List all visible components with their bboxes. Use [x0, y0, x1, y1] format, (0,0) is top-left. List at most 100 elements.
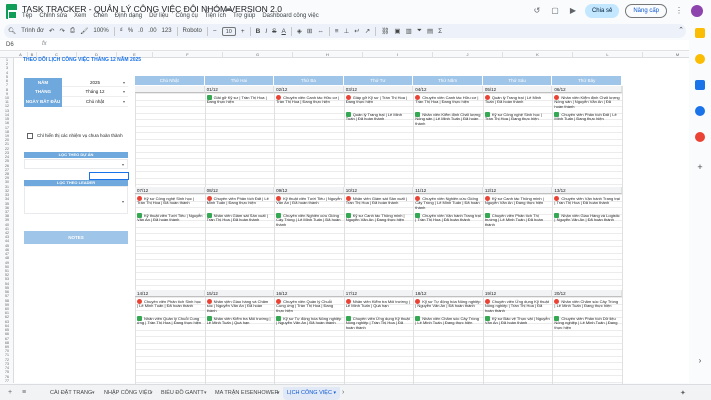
tab-task-input[interactable]: NHẬP CÔNG VIỆC: [104, 387, 152, 400]
menu-edit[interactable]: Chỉnh sửa: [39, 13, 67, 19]
menu-file[interactable]: Tệp: [22, 13, 32, 19]
column-header[interactable]: I: [363, 52, 433, 58]
task-entry[interactable]: Kỹ sư Bảo vệ Thực vật | Nguyễn Văn An | …: [484, 315, 551, 326]
all-sheets-icon[interactable]: ≡: [22, 389, 26, 396]
task-entry[interactable]: Chuyên viên Canh tác Hữu cơ | Trần Thị H…: [415, 94, 481, 105]
filter-views-icon[interactable]: ▤: [427, 27, 433, 35]
tab-task-calendar[interactable]: LỊCH CÔNG VIỆC ▾: [283, 387, 340, 400]
comment-icon[interactable]: ▢: [549, 5, 561, 17]
menu-dashboard[interactable]: Dashboard công việc: [262, 13, 318, 19]
task-entry[interactable]: Nhân viên Chăm sóc Cây Trồng | Lê Minh T…: [554, 298, 620, 309]
star-icon[interactable]: ☆: [202, 4, 209, 13]
task-entry[interactable]: Kỹ sư Tự động hóa Nông nghiệp | Nguyễn V…: [276, 315, 342, 326]
date-cell[interactable]: 02/12: [274, 86, 344, 93]
menu-data[interactable]: Dữ liệu: [149, 13, 168, 19]
scroll-tabs-right-icon[interactable]: ›: [342, 389, 344, 396]
add-addon-icon[interactable]: +: [695, 162, 705, 172]
column-header[interactable]: M: [643, 52, 689, 58]
date-cell[interactable]: 11/12: [413, 187, 483, 194]
date-cell[interactable]: 04/12: [413, 86, 483, 93]
dropdown-arrow-icon[interactable]: ▾: [122, 162, 124, 167]
filter-leader-select[interactable]: ▾: [24, 186, 128, 214]
text-color-icon[interactable]: A: [281, 28, 285, 35]
history-icon[interactable]: ↺: [531, 5, 543, 17]
menu-tools[interactable]: Công cụ: [175, 13, 197, 19]
task-entry[interactable]: Nhân viên Kiểm tra Môi trường | Lê Minh …: [345, 298, 412, 309]
filter-icon[interactable]: ⏷: [417, 27, 422, 35]
number-format-button[interactable]: 123: [162, 28, 172, 34]
column-header[interactable]: L: [573, 52, 643, 58]
date-cell[interactable]: 08/12: [204, 187, 275, 194]
menu-view[interactable]: Xem: [74, 13, 86, 19]
font-size-decrease-icon[interactable]: −: [213, 28, 217, 35]
task-entry[interactable]: Kỹ thuật viên Tưới Tiêu | Nguyễn Văn An …: [276, 195, 342, 206]
chevron-down-icon[interactable]: ▾: [204, 390, 207, 396]
keep-app-icon[interactable]: [695, 54, 705, 64]
date-cell[interactable]: 12/12: [482, 187, 553, 194]
column-header[interactable]: H: [293, 52, 363, 58]
dropdown-arrow-icon[interactable]: ▾: [122, 199, 124, 204]
task-entry[interactable]: Nhân viên Giao Hàng và Logistic | Nguyễn…: [554, 212, 620, 223]
task-entry[interactable]: Nhân viên Chăm sóc Cây Trồng | Lê Minh T…: [415, 315, 481, 326]
zoom-select[interactable]: 100%: [93, 28, 108, 34]
date-cell[interactable]: 15/12: [204, 290, 275, 297]
insert-comment-icon[interactable]: ▣: [394, 27, 400, 35]
explore-icon[interactable]: ✦: [680, 389, 686, 397]
month-select[interactable]: Tháng 12 ▾: [62, 87, 128, 97]
task-entry[interactable]: Nhân viên Kiểm định Chất lượng Nông sản …: [415, 111, 481, 126]
upgrade-button[interactable]: Nâng cấp: [625, 4, 667, 18]
date-cell[interactable]: 13/12: [552, 187, 622, 194]
task-entry[interactable]: Chuyên viên Ứng dụng Kỹ thuật Nông nghiệ…: [484, 298, 551, 313]
date-cell[interactable]: 01/12: [204, 86, 275, 93]
task-entry[interactable]: Chuyên viên Phân tích Đất | Lê Minh Tuấn…: [554, 111, 620, 122]
tab-eisenhower[interactable]: MA TRẬN EISENHOWER: [215, 387, 278, 400]
task-entry[interactable]: Kỹ thuật viên Tưới Tiêu | Nguyễn Văn An …: [137, 212, 203, 223]
calendar-app-icon[interactable]: [695, 28, 705, 38]
dropdown-arrow-icon[interactable]: ▾: [123, 78, 125, 87]
tab-page-settings[interactable]: CÀI ĐẶT TRANG: [50, 387, 92, 400]
hide-done-checkbox[interactable]: [27, 133, 33, 139]
task-entry[interactable]: Chuyên viên Ứng dụng Kỹ thuật Nông nghiệ…: [345, 315, 412, 330]
date-cell[interactable]: 17/12: [343, 290, 414, 297]
date-cell[interactable]: [135, 86, 205, 93]
task-entry[interactable]: Kỹ sư Canh tác Thông minh | Nguyễn Văn A…: [345, 212, 412, 223]
sheets-logo-icon[interactable]: [6, 4, 17, 19]
task-entry[interactable]: Chuyên viên Canh tác Hữu cơ | Trần Thị H…: [276, 94, 342, 105]
date-cell[interactable]: 19/12: [482, 290, 553, 297]
chevron-down-icon[interactable]: ▾: [333, 390, 336, 396]
paint-format-icon[interactable]: 🖌︎: [80, 27, 88, 35]
font-select[interactable]: Roboto: [183, 28, 202, 34]
task-entry[interactable]: Nhân viên Giám sát Sản xuất | Trần Thị H…: [206, 212, 273, 223]
column-header[interactable]: F: [153, 52, 223, 58]
date-cell[interactable]: 03/12: [343, 86, 414, 93]
task-entry[interactable]: Chuyên viên Nghiên cứu Giống Cây Trồng |…: [415, 195, 481, 210]
task-entry[interactable]: Chuyên viên Phân tích Thị trường | Lê Mi…: [484, 212, 551, 227]
search-menu-icon[interactable]: 🔍︎: [8, 27, 16, 35]
menu-help[interactable]: Trợ giúp: [233, 13, 255, 19]
task-entry[interactable]: Kỹ sư Công nghệ Sinh học | Trần Thị Hoa …: [137, 195, 203, 206]
insert-link-icon[interactable]: ⛓︎: [381, 27, 389, 35]
merge-cells-icon[interactable]: ⇔: [317, 28, 324, 35]
filter-project-select[interactable]: ▾: [24, 159, 128, 169]
year-select[interactable]: 2025 ▾: [62, 78, 128, 87]
align-horizontal-icon[interactable]: ≡: [335, 28, 339, 35]
date-cell[interactable]: 16/12: [274, 290, 344, 297]
task-entry[interactable]: Nhân viên Quản lý Chuỗi Cung ứng | Trần …: [137, 315, 203, 326]
name-box[interactable]: D6: [6, 42, 14, 48]
start-day-select[interactable]: Chủ nhật ▾: [62, 97, 128, 107]
dropdown-arrow-icon[interactable]: ▾: [123, 97, 125, 107]
column-header[interactable]: G: [223, 52, 293, 58]
align-vertical-icon[interactable]: ⊥: [344, 27, 350, 35]
percent-format-button[interactable]: %: [128, 28, 133, 34]
task-entry[interactable]: Chuyên viên Vận hành Trang trại | Trần T…: [415, 212, 481, 223]
tab-gantt[interactable]: BIỂU ĐỒ GANTT: [161, 387, 204, 400]
maps-app-icon[interactable]: [695, 132, 705, 142]
column-header[interactable]: K: [503, 52, 573, 58]
decrease-decimal-button[interactable]: .0: [138, 28, 143, 34]
tasks-app-icon[interactable]: [695, 80, 705, 90]
share-button[interactable]: Chia sẻ: [584, 4, 620, 18]
task-entry[interactable]: Nhân viên Giao hàng và Chăm sóc | Nguyễn…: [206, 298, 273, 313]
fill-color-icon[interactable]: ◈: [297, 27, 302, 35]
date-cell[interactable]: 14/12: [135, 290, 205, 297]
move-folder-icon[interactable]: ▭: [213, 4, 221, 13]
